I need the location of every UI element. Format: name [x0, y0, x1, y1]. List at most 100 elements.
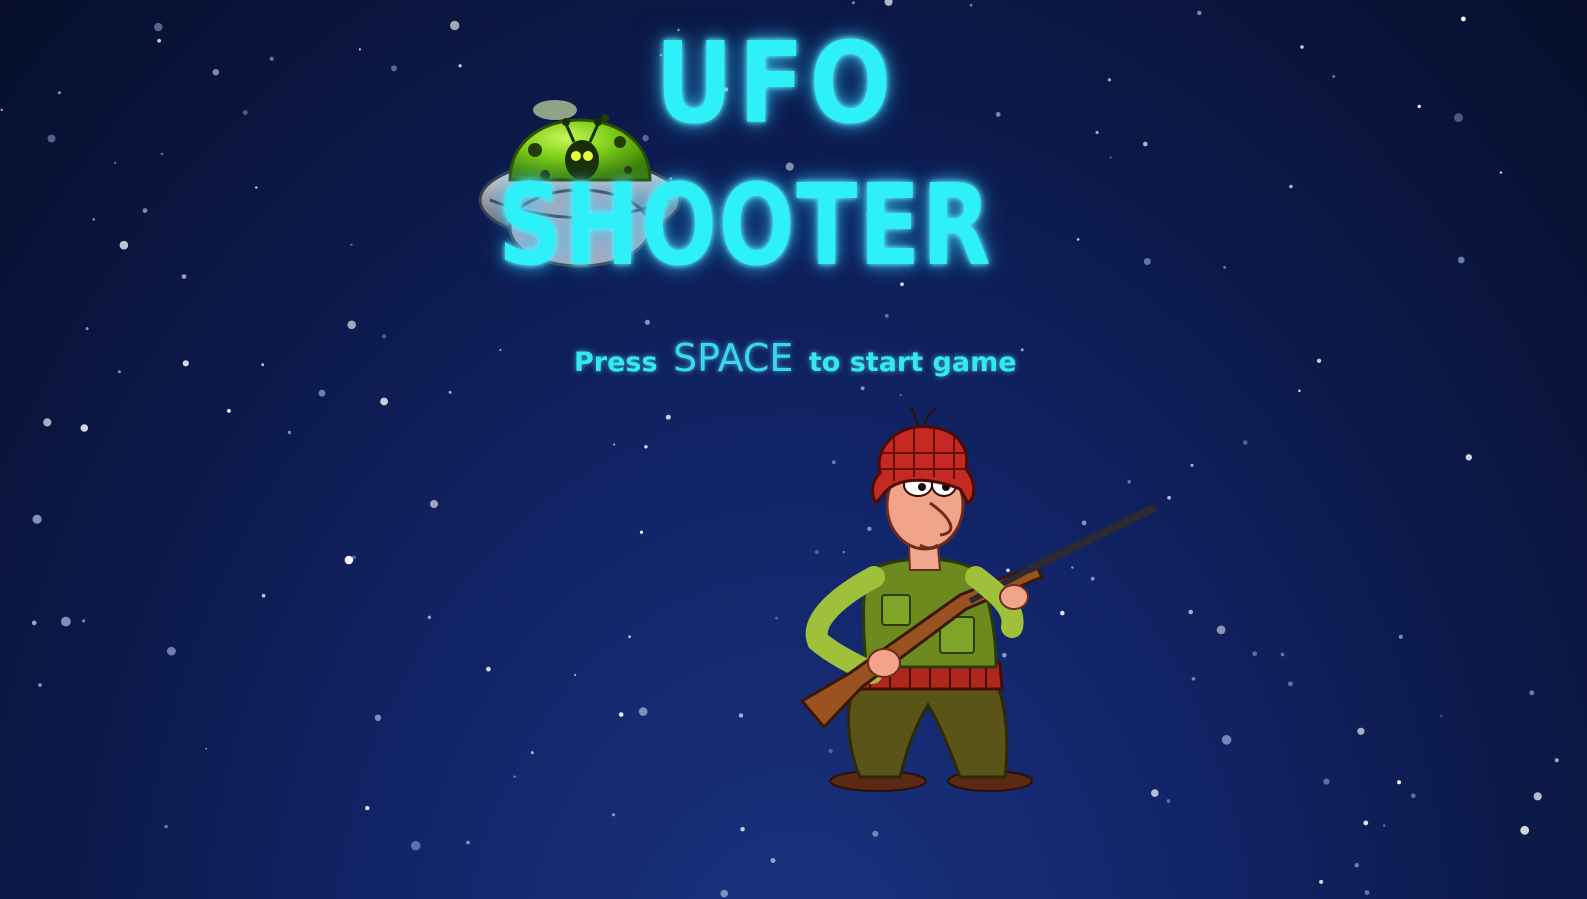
star	[884, 314, 889, 318]
prompt-start-text: to start game	[808, 347, 1017, 378]
star	[665, 414, 671, 420]
star	[638, 707, 648, 716]
star	[61, 616, 71, 627]
star	[1465, 454, 1473, 461]
star	[80, 424, 89, 432]
star	[1397, 780, 1401, 785]
star	[1143, 141, 1148, 147]
star	[32, 514, 42, 524]
star	[770, 858, 776, 863]
star	[1109, 156, 1112, 159]
star	[1020, 348, 1024, 352]
star	[611, 813, 616, 817]
star	[411, 841, 421, 851]
star	[466, 840, 470, 845]
star	[612, 443, 616, 446]
star	[1529, 690, 1535, 696]
star	[899, 394, 902, 396]
star	[884, 0, 893, 6]
star	[1417, 104, 1421, 109]
star	[720, 889, 728, 898]
star	[1076, 238, 1080, 241]
star	[1252, 651, 1258, 657]
star	[164, 824, 168, 829]
star	[92, 218, 95, 221]
star	[1188, 609, 1193, 615]
star	[1166, 799, 1171, 803]
star	[995, 112, 1001, 117]
star	[450, 20, 460, 31]
star	[1289, 184, 1293, 189]
star	[851, 1, 855, 5]
star	[142, 208, 148, 214]
hunter-player-sprite	[799, 406, 1156, 792]
star	[117, 370, 121, 374]
star	[182, 360, 189, 367]
star	[57, 91, 61, 95]
star	[1243, 440, 1248, 445]
star	[628, 635, 631, 639]
star	[458, 64, 462, 68]
star	[1357, 727, 1365, 735]
star	[639, 530, 644, 534]
star	[1332, 75, 1336, 78]
star	[43, 418, 52, 427]
star	[261, 593, 266, 598]
star	[1167, 495, 1171, 500]
star	[154, 22, 163, 32]
star	[499, 348, 502, 351]
star	[358, 48, 361, 51]
star	[318, 389, 326, 397]
star	[1323, 778, 1330, 785]
star	[119, 240, 129, 250]
star	[1316, 358, 1322, 363]
star	[157, 38, 162, 43]
star	[1440, 715, 1443, 718]
star	[530, 751, 534, 755]
star	[160, 152, 164, 156]
star	[269, 56, 274, 61]
star	[1221, 735, 1232, 745]
title-shooter: SHOOTER	[498, 161, 993, 291]
game-start-screen[interactable]: UFO SHOOTER Press SPACE to start game	[0, 0, 1587, 899]
star	[31, 620, 37, 626]
star	[82, 619, 86, 623]
star	[242, 110, 248, 115]
star	[644, 445, 648, 449]
star	[574, 674, 577, 676]
space-key-label: SPACE	[672, 336, 794, 380]
star	[1319, 879, 1324, 884]
star	[430, 500, 438, 508]
star	[1533, 792, 1542, 801]
star	[380, 397, 388, 406]
star	[1461, 16, 1466, 22]
star	[860, 386, 865, 391]
star	[374, 714, 382, 721]
star	[365, 805, 370, 811]
star	[1223, 266, 1226, 269]
star	[448, 390, 452, 394]
star	[1191, 677, 1196, 681]
star	[486, 666, 491, 672]
star	[344, 555, 354, 565]
title-ufo: UFO	[655, 19, 897, 149]
star	[644, 319, 650, 325]
star	[1107, 78, 1111, 82]
star	[618, 712, 624, 717]
prompt-press-text: Press	[574, 347, 658, 378]
star	[1216, 625, 1226, 635]
star	[255, 186, 258, 189]
star	[1398, 634, 1403, 639]
star	[391, 65, 397, 72]
star	[382, 334, 387, 339]
star	[114, 161, 117, 164]
star	[167, 646, 176, 656]
star	[1190, 463, 1194, 467]
star	[1363, 820, 1369, 826]
star	[1499, 171, 1503, 174]
star	[212, 69, 219, 76]
star	[1457, 256, 1465, 264]
star	[1364, 890, 1370, 895]
star	[427, 615, 432, 619]
star	[261, 363, 265, 367]
